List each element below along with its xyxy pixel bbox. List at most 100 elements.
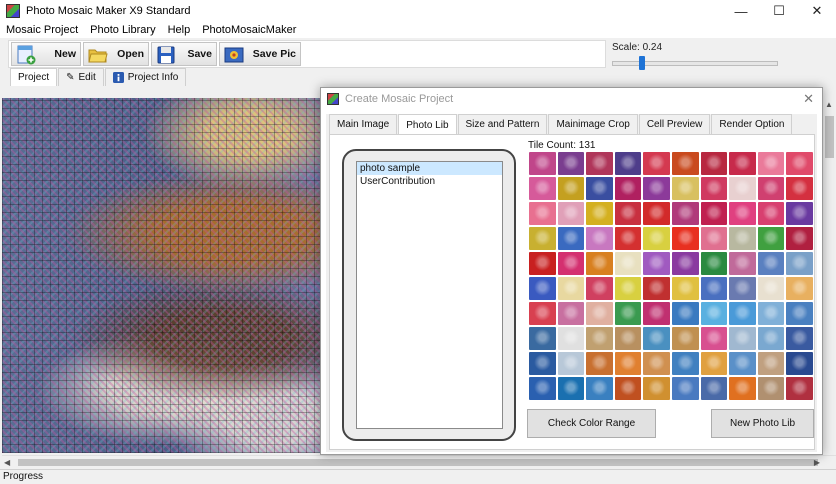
tile-thumbnail <box>671 252 699 275</box>
close-button[interactable]: ✕ <box>798 0 836 22</box>
tile-thumbnail <box>671 277 699 300</box>
tab-main-image[interactable]: Main Image <box>329 114 398 134</box>
tile-thumbnail <box>614 377 642 400</box>
tile-thumbnail <box>757 277 785 300</box>
status-bar: Progress <box>0 469 836 484</box>
tab-mainimage-crop[interactable]: Mainimage Crop <box>548 114 638 134</box>
create-mosaic-project-dialog: Create Mosaic Project ✕ Main Image Photo… <box>320 87 823 455</box>
info-icon <box>112 72 124 83</box>
list-item[interactable]: UserContribution <box>357 175 502 188</box>
toolbar: New Open Save Save Pic <box>8 40 606 68</box>
tile-thumbnail <box>586 152 613 175</box>
maximize-button[interactable]: ☐ <box>760 0 798 22</box>
tab-size-and-pattern[interactable]: Size and Pattern <box>457 114 548 134</box>
tile-thumbnail <box>557 277 585 300</box>
scroll-left-icon[interactable]: ◀ <box>4 456 10 469</box>
open-button[interactable]: Open <box>83 42 149 66</box>
window-title: Photo Mosaic Maker X9 Standard <box>26 5 191 17</box>
tile-thumbnail <box>786 152 813 175</box>
tile-thumbnail <box>671 302 699 325</box>
tile-thumbnail <box>557 377 585 400</box>
tile-thumbnail <box>643 202 670 225</box>
tab-photo-lib[interactable]: Photo Lib <box>398 114 457 135</box>
save-label: Save <box>187 48 212 60</box>
new-button[interactable]: New <box>11 42 81 66</box>
tile-thumbnail <box>700 202 728 225</box>
tile-thumbnail <box>557 352 585 375</box>
menu-help[interactable]: Help <box>162 24 197 36</box>
tile-thumbnail <box>671 327 699 350</box>
tile-thumbnail <box>643 177 670 200</box>
library-list-frame: photo sample UserContribution <box>342 149 516 441</box>
tile-thumbnail <box>557 152 585 175</box>
scroll-right-icon[interactable]: ▶ <box>814 456 820 469</box>
photo-lib-page: photo sample UserContribution Tile Count… <box>329 134 815 450</box>
tile-thumbnail <box>586 302 613 325</box>
tile-thumbnail <box>700 327 728 350</box>
save-button[interactable]: Save <box>151 42 217 66</box>
horizontal-scroll-thumb[interactable] <box>18 459 818 466</box>
vertical-scroll-thumb[interactable] <box>825 116 834 158</box>
tab-edit[interactable]: ✎ Edit <box>58 68 104 86</box>
tile-thumbnail <box>529 152 556 175</box>
tile-thumbnail <box>786 177 813 200</box>
tile-thumbnail <box>614 277 642 300</box>
list-item[interactable]: photo sample <box>357 162 502 175</box>
new-photo-lib-button[interactable]: New Photo Lib <box>711 409 814 438</box>
tab-cell-preview[interactable]: Cell Preview <box>638 114 711 134</box>
tile-thumbnail <box>700 352 728 375</box>
horizontal-scrollbar[interactable]: ◀ ▶ <box>2 455 836 468</box>
check-color-range-button[interactable]: Check Color Range <box>527 409 656 438</box>
scale-slider-thumb[interactable] <box>638 56 645 70</box>
tile-thumbnail <box>729 177 756 200</box>
library-list[interactable]: photo sample UserContribution <box>356 161 503 429</box>
tab-render-option[interactable]: Render Option <box>711 114 793 134</box>
tile-thumbnail <box>671 377 699 400</box>
tile-thumbnail <box>700 277 728 300</box>
tile-thumbnail <box>786 302 813 325</box>
menu-mosaic-project[interactable]: Mosaic Project <box>0 24 84 36</box>
tile-thumbnail <box>557 302 585 325</box>
tab-project[interactable]: Project <box>10 68 58 86</box>
tile-thumbnail <box>786 352 813 375</box>
vertical-scrollbar[interactable]: ▲ <box>821 98 836 453</box>
dialog-close-button[interactable]: ✕ <box>803 91 814 107</box>
tile-thumbnail <box>643 252 670 275</box>
tile-thumbnail <box>586 177 613 200</box>
tile-thumbnail <box>529 327 556 350</box>
tab-project-info[interactable]: Project Info <box>104 68 187 86</box>
tile-thumbnail <box>557 252 585 275</box>
tile-thumbnail <box>757 202 785 225</box>
tile-thumbnail <box>757 377 785 400</box>
tile-thumbnail <box>757 352 785 375</box>
tile-thumbnail <box>614 302 642 325</box>
tile-thumbnail <box>643 152 670 175</box>
tile-thumbnail <box>729 202 756 225</box>
tile-thumbnail <box>586 327 613 350</box>
tile-thumbnail <box>557 327 585 350</box>
tile-thumbnail <box>643 352 670 375</box>
tile-thumbnail <box>786 227 813 250</box>
tile-thumbnail <box>757 252 785 275</box>
tile-thumbnail <box>786 377 813 400</box>
dialog-app-icon <box>327 93 339 105</box>
scale-slider[interactable] <box>612 56 778 70</box>
dialog-tabs: Main Image Photo Lib Size and Pattern Ma… <box>329 114 793 135</box>
window-controls: — ☐ ✕ <box>722 0 836 22</box>
tile-thumbnail <box>529 177 556 200</box>
tile-thumbnail <box>586 277 613 300</box>
tile-thumbnail <box>671 202 699 225</box>
menu-photo-library[interactable]: Photo Library <box>84 24 161 36</box>
scroll-up-icon[interactable]: ▲ <box>822 98 836 112</box>
tile-thumbnail <box>529 277 556 300</box>
tile-thumbnail <box>614 202 642 225</box>
tile-thumbnail <box>586 227 613 250</box>
minimize-button[interactable]: — <box>722 0 760 22</box>
scale-label: Scale: 0.24 <box>612 42 663 53</box>
pencil-icon: ✎ <box>66 72 75 83</box>
tile-thumbnail <box>700 302 728 325</box>
tile-thumbnail <box>700 152 728 175</box>
menu-photomosaicmaker[interactable]: PhotoMosaicMaker <box>196 24 302 36</box>
tile-thumbnail <box>700 227 728 250</box>
save-pic-button[interactable]: Save Pic <box>219 42 301 66</box>
